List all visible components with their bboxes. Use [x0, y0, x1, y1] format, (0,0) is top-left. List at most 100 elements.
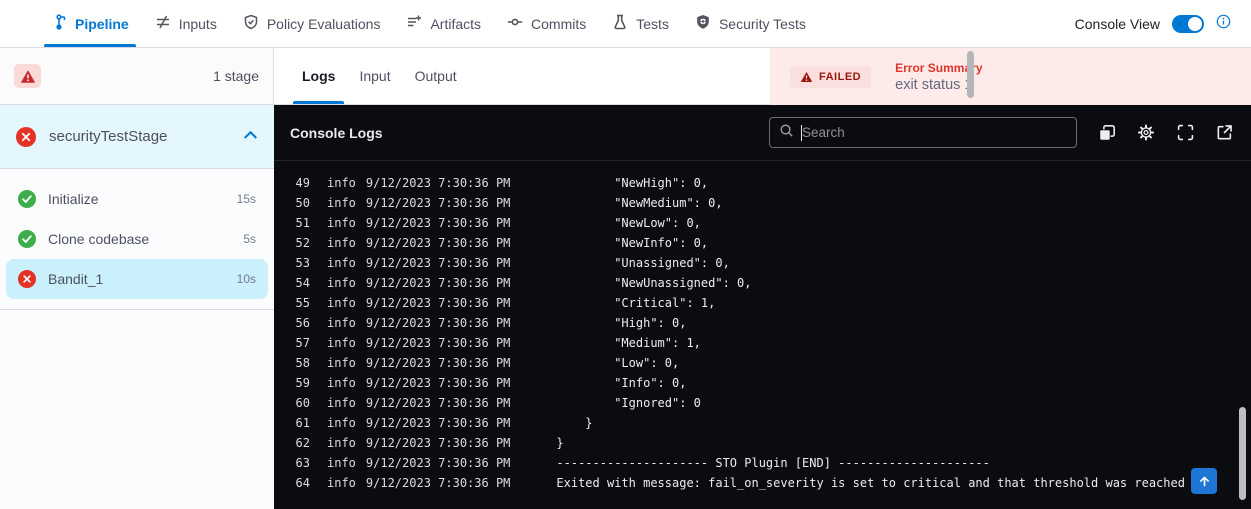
log-message: "NewUnassigned": 0,: [556, 273, 751, 293]
stage-sidebar-header: 1 stage: [0, 48, 274, 105]
tab-artifacts[interactable]: Artifacts: [393, 0, 494, 47]
log-timestamp: 9/12/2023 7:30:36 PM: [366, 433, 511, 453]
log-line: 63 info 9/12/2023 7:30:36 PM -----------…: [274, 453, 1251, 473]
console-view-label: Console View: [1075, 16, 1160, 32]
log-timestamp: 9/12/2023 7:30:36 PM: [366, 373, 511, 393]
step-name: Clone codebase: [48, 231, 149, 247]
step-row-clone-codebase[interactable]: Clone codebase 5s: [6, 219, 268, 259]
console-scrollbar[interactable]: [1239, 407, 1246, 500]
warning-triangle-icon: [800, 71, 813, 83]
error-summary-scrollbar[interactable]: [967, 51, 974, 98]
log-line-number: 63: [290, 453, 310, 473]
tab-inputs-label: Inputs: [179, 16, 217, 32]
log-level: info: [327, 313, 356, 333]
copy-icon[interactable]: [1098, 124, 1116, 142]
log-level: info: [327, 273, 356, 293]
log-timestamp: 9/12/2023 7:30:36 PM: [366, 333, 511, 353]
log-timestamp: 9/12/2023 7:30:36 PM: [366, 273, 511, 293]
log-line: 50 info 9/12/2023 7:30:36 PM "NewMedium"…: [274, 193, 1251, 213]
log-timestamp: 9/12/2023 7:30:36 PM: [366, 453, 511, 473]
pipeline-execution-page: Pipeline Inputs Policy Evaluations: [0, 0, 1251, 509]
log-message: "Ignored": 0: [556, 393, 701, 413]
console-log-area[interactable]: 49 info 9/12/2023 7:30:36 PM "NewHigh": …: [274, 161, 1251, 509]
step-name: Bandit_1: [48, 271, 103, 287]
search-input[interactable]: [802, 125, 1067, 140]
info-icon[interactable]: [1216, 14, 1231, 34]
tab-tests[interactable]: Tests: [599, 0, 682, 47]
tab-output-label: Output: [415, 68, 457, 84]
tab-commits[interactable]: Commits: [494, 0, 599, 47]
log-level: info: [327, 173, 356, 193]
log-line-number: 49: [290, 173, 310, 193]
log-message: "Info": 0,: [556, 373, 686, 393]
log-level: info: [327, 293, 356, 313]
tab-commits-label: Commits: [531, 16, 586, 32]
tests-icon: [612, 14, 628, 33]
tab-security-tests-label: Security Tests: [719, 16, 806, 32]
stage-sidebar: 1 stage securityTestStage: [0, 48, 274, 509]
open-in-new-icon[interactable]: [1215, 124, 1233, 142]
divider: [0, 309, 274, 310]
tab-pipeline[interactable]: Pipeline: [38, 0, 142, 47]
log-line-number: 55: [290, 293, 310, 313]
log-timestamp: 9/12/2023 7:30:36 PM: [366, 213, 511, 233]
failed-badge-label: FAILED: [819, 71, 861, 83]
log-timestamp: 9/12/2023 7:30:36 PM: [366, 313, 511, 333]
scroll-to-top-button[interactable]: [1191, 468, 1217, 494]
fullscreen-icon[interactable]: [1176, 124, 1194, 142]
log-line-number: 59: [290, 373, 310, 393]
log-line-number: 57: [290, 333, 310, 353]
log-message: "NewMedium": 0,: [556, 193, 722, 213]
pipeline-failed-badge: [14, 64, 41, 88]
tab-policy-evaluations[interactable]: Policy Evaluations: [230, 0, 394, 47]
tab-pipeline-label: Pipeline: [75, 16, 129, 32]
log-line-number: 52: [290, 233, 310, 253]
tab-inputs[interactable]: Inputs: [142, 0, 230, 47]
log-line: 56 info 9/12/2023 7:30:36 PM "High": 0,: [274, 313, 1251, 333]
warning-triangle-icon: [20, 69, 36, 84]
tab-artifacts-label: Artifacts: [430, 16, 481, 32]
step-name: Initialize: [48, 191, 99, 207]
main-content: 1 stage securityTestStage: [0, 48, 1251, 509]
step-list: Initialize 15s Clone codebase 5s: [0, 169, 274, 509]
tab-output[interactable]: Output: [406, 48, 466, 104]
commits-icon: [507, 14, 523, 33]
tab-input[interactable]: Input: [350, 48, 399, 104]
chevron-up-icon[interactable]: [243, 128, 258, 146]
error-summary-bar: FAILED Error Summary exit status 1: [770, 48, 1251, 105]
log-line-number: 56: [290, 313, 310, 333]
log-level: info: [327, 453, 356, 473]
console-search-box[interactable]: [769, 117, 1077, 148]
search-input-wrap: [801, 125, 1067, 141]
stage-count-label: 1 stage: [213, 68, 259, 84]
log-message: }: [556, 433, 563, 453]
log-line-number: 64: [290, 473, 310, 493]
settings-icon[interactable]: [1137, 124, 1155, 142]
top-nav-tabs: Pipeline Inputs Policy Evaluations: [38, 0, 819, 47]
tab-policy-evaluations-label: Policy Evaluations: [267, 16, 381, 32]
log-message: "Low": 0,: [556, 353, 679, 373]
log-line-number: 50: [290, 193, 310, 213]
log-message: "Unassigned": 0,: [556, 253, 729, 273]
search-icon: [779, 123, 794, 143]
console-view-toggle[interactable]: [1172, 15, 1204, 33]
tab-security-tests[interactable]: Security Tests: [682, 0, 819, 47]
log-line: 54 info 9/12/2023 7:30:36 PM "NewUnassig…: [274, 273, 1251, 293]
stage-name: securityTestStage: [49, 128, 167, 145]
log-message: "High": 0,: [556, 313, 686, 333]
log-line-number: 61: [290, 413, 310, 433]
step-row-initialize[interactable]: Initialize 15s: [6, 179, 268, 219]
log-rows: 49 info 9/12/2023 7:30:36 PM "NewHigh": …: [274, 173, 1251, 493]
log-line: 49 info 9/12/2023 7:30:36 PM "NewHigh": …: [274, 173, 1251, 193]
artifacts-icon: [406, 14, 422, 33]
policy-evaluations-icon: [243, 14, 259, 33]
success-icon: [18, 230, 36, 248]
arrow-up-icon: [1198, 475, 1211, 488]
log-line: 51 info 9/12/2023 7:30:36 PM "NewLow": 0…: [274, 213, 1251, 233]
step-detail-tabs: Logs Input Output: [274, 48, 770, 105]
stage-row-securityteststage[interactable]: securityTestStage: [0, 105, 274, 169]
tab-logs[interactable]: Logs: [293, 48, 344, 104]
console-header: Console Logs: [274, 105, 1251, 161]
top-nav: Pipeline Inputs Policy Evaluations: [0, 0, 1251, 48]
step-row-bandit-1[interactable]: Bandit_1 10s: [6, 259, 268, 299]
